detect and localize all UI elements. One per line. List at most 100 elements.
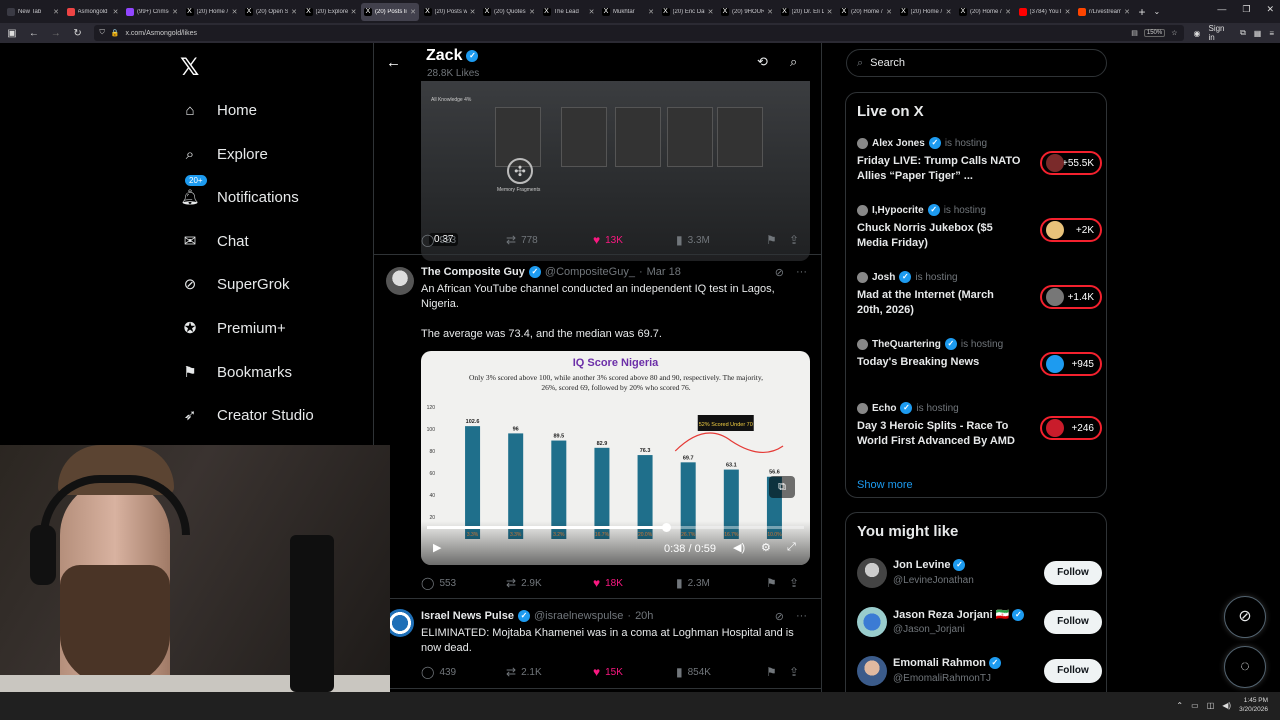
picture-in-picture-icon[interactable]: ⧉ — [769, 476, 795, 498]
nav-item-notifications[interactable]: 🔔︎ 20+ Notifications — [180, 175, 299, 207]
extensions-icon[interactable]: ⧉ — [1240, 28, 1246, 38]
nav-item-explore[interactable]: ⌕ Explore — [180, 144, 268, 164]
views-button[interactable]: ▮ 854K — [676, 665, 766, 679]
tab-close-icon[interactable]: ✕ — [1005, 8, 1011, 16]
reply-button[interactable]: ◯ 553 — [421, 576, 506, 590]
chart-video-player[interactable]: 12010080604020102.63.3%963.3%89.53.2%82.… — [421, 351, 810, 565]
live-item[interactable]: TheQuartering ✓ is hosting Today's Breaking… — [857, 338, 1102, 388]
tab-list-menu-icon[interactable]: ⌄ — [1154, 7, 1161, 16]
reply-button[interactable]: ◯ 923 — [421, 233, 506, 247]
bookmark-button[interactable]: ⚑ — [766, 233, 789, 247]
nav-item-premium[interactable]: ✪ Premium+ — [180, 318, 286, 338]
bookmark-star-icon[interactable]: ☆ — [1171, 29, 1177, 37]
browser-tab[interactable]: (3784) YouTub✕ — [1016, 3, 1074, 21]
follow-button[interactable]: Follow — [1044, 561, 1102, 585]
volume-icon[interactable]: ◀) — [1222, 701, 1231, 710]
follow-button[interactable]: Follow — [1044, 659, 1102, 683]
new-tab-button[interactable]: + — [1139, 5, 1146, 19]
grok-analyze-icon[interactable]: ⟲ — [757, 54, 768, 70]
menu-icon[interactable]: ≡ — [1269, 29, 1274, 38]
bookmark-button[interactable]: ⚑ — [766, 576, 789, 590]
show-more-link[interactable]: Show more — [857, 479, 913, 491]
live-item[interactable]: Echo ✓ is hosting Day 3 Heroic Splits - Rac… — [857, 402, 1102, 452]
share-button[interactable]: ⇪ — [789, 665, 799, 679]
tab-close-icon[interactable]: ✕ — [827, 8, 833, 16]
tab-close-icon[interactable]: ✕ — [589, 8, 595, 16]
live-listener-pill[interactable]: +246 — [1040, 416, 1102, 440]
handle[interactable]: @CompositeGuy_ — [545, 266, 635, 278]
browser-tab[interactable]: X Mukhtar ✕ — [599, 3, 657, 21]
suggested-account[interactable]: Emomali Rahmon ✓ @EmomaliRahmonTJ Follow — [857, 656, 1102, 692]
avatar[interactable] — [857, 656, 887, 686]
browser-tab[interactable]: X(20) Home / X✕ — [956, 3, 1014, 21]
live-item[interactable]: I,Hypocrite ✓ is hosting Chuck Norris Jukeb… — [857, 204, 1102, 254]
browser-tab[interactable]: X(20) Home / X✕ — [837, 3, 895, 21]
search-icon[interactable]: ⌕ — [790, 54, 797, 70]
tab-close-icon[interactable]: ✕ — [1065, 8, 1071, 16]
tab-close-icon[interactable]: ✕ — [529, 8, 535, 16]
browser-tab[interactable]: Asmongold ✕ — [64, 3, 122, 21]
nav-item-home[interactable]: ⌂ Home — [180, 100, 257, 120]
tab-close-icon[interactable]: ✕ — [291, 8, 297, 16]
tab-close-icon[interactable]: ✕ — [410, 8, 416, 16]
follow-button[interactable]: Follow — [1044, 610, 1102, 634]
avatar[interactable] — [386, 609, 414, 637]
extension-badge-icon[interactable]: ▦ — [1254, 29, 1262, 38]
browser-tab[interactable]: X (20) Posts li ✕ — [361, 2, 419, 21]
views-button[interactable]: ▮ 2.3M — [676, 576, 766, 590]
bookmark-button[interactable]: ⚑ — [766, 665, 789, 679]
browser-tab[interactable]: X(20) Home / X✕ — [183, 3, 241, 21]
like-button[interactable]: ♥ 18K — [593, 576, 676, 590]
tab-close-icon[interactable]: ✕ — [232, 8, 238, 16]
handle[interactable]: @israelnewspulse — [534, 610, 623, 622]
live-item[interactable]: Alex Jones ✓ is hosting Friday LIVE: Trump … — [857, 137, 1102, 187]
x-logo[interactable]: 𝕏 — [180, 53, 199, 81]
tab-close-icon[interactable]: ✕ — [53, 8, 59, 16]
browser-tab[interactable]: X(20) Dr. Eli Da✕ — [778, 3, 836, 21]
browser-tab[interactable]: X(20) Explore /✕ — [302, 3, 360, 21]
suggested-account[interactable]: Jason Reza Jorjani 🇮🇷 ✓ @Jason_Jorjani Follo… — [857, 607, 1102, 643]
tab-close-icon[interactable]: ✕ — [172, 8, 178, 16]
volume-icon[interactable]: ◀) — [733, 541, 745, 554]
repost-button[interactable]: ⇄ 778 — [506, 233, 593, 247]
browser-tab[interactable]: X (20) 9HOUR ✕ — [718, 3, 776, 21]
nav-item-creator-studio[interactable]: ➶ Creator Studio — [180, 405, 314, 425]
browser-tab[interactable]: X(20) Quotes of✕ — [480, 3, 538, 21]
sign-in-link[interactable]: Sign in — [1208, 24, 1232, 42]
restore-icon[interactable]: ❐ — [1242, 4, 1250, 15]
url-text[interactable]: x.com/Asmongold/likes — [125, 30, 1125, 37]
tab-close-icon[interactable]: ✕ — [767, 8, 773, 16]
clock[interactable]: 1:45 PM 3/20/2026 — [1239, 696, 1268, 714]
tab-close-icon[interactable]: ✕ — [113, 8, 119, 16]
network-icon[interactable]: ◫ — [1207, 701, 1215, 710]
minimize-icon[interactable]: — — [1217, 4, 1226, 15]
browser-tab[interactable]: New Tab ✕ — [4, 3, 62, 21]
zoom-level[interactable]: 150% — [1143, 29, 1166, 37]
browser-tab[interactable]: X(20) Posts with✕ — [421, 3, 479, 21]
post-date[interactable]: Mar 18 — [647, 266, 681, 278]
tab-close-icon[interactable]: ✕ — [886, 8, 892, 16]
live-listener-pill[interactable]: +2K — [1040, 218, 1102, 242]
reply-button[interactable]: ◯ 439 — [421, 665, 506, 679]
browser-tab[interactable]: X(20) Home / X✕ — [897, 3, 955, 21]
suggested-name[interactable]: Jason Reza Jorjani 🇮🇷 ✓ — [893, 608, 1025, 621]
nav-item-supergrok[interactable]: ⊘ SuperGrok — [180, 274, 290, 294]
video-scrubber-handle[interactable] — [662, 523, 671, 532]
reload-icon[interactable]: ↻ — [72, 28, 84, 39]
views-button[interactable]: ▮ 3.3M — [676, 233, 766, 247]
display-name[interactable]: Israel News Pulse — [421, 610, 514, 622]
sidebar-toggle-icon[interactable]: ▣ — [6, 28, 18, 39]
back-arrow-icon[interactable]: ← — [386, 54, 401, 71]
browser-tab[interactable]: X The Lead ✕ — [540, 3, 598, 21]
tab-close-icon[interactable]: ✕ — [946, 8, 952, 16]
tracking-shield-icon[interactable]: ⛉ — [100, 29, 105, 37]
browser-tab[interactable]: X(20) Open Sou✕ — [242, 3, 300, 21]
suggested-name[interactable]: Emomali Rahmon ✓ — [893, 657, 1001, 669]
browser-tab[interactable]: (99+) Crimson✕ — [123, 3, 181, 21]
fullscreen-icon[interactable]: ⤢ — [787, 541, 796, 554]
tab-close-icon[interactable]: ✕ — [351, 8, 357, 16]
settings-icon[interactable]: ⚙ — [761, 541, 771, 554]
browser-tab[interactable]: X(20) Eric Daug✕ — [659, 3, 717, 21]
search-input[interactable]: ⌕ Search — [846, 49, 1107, 77]
tab-close-icon[interactable]: ✕ — [648, 8, 654, 16]
